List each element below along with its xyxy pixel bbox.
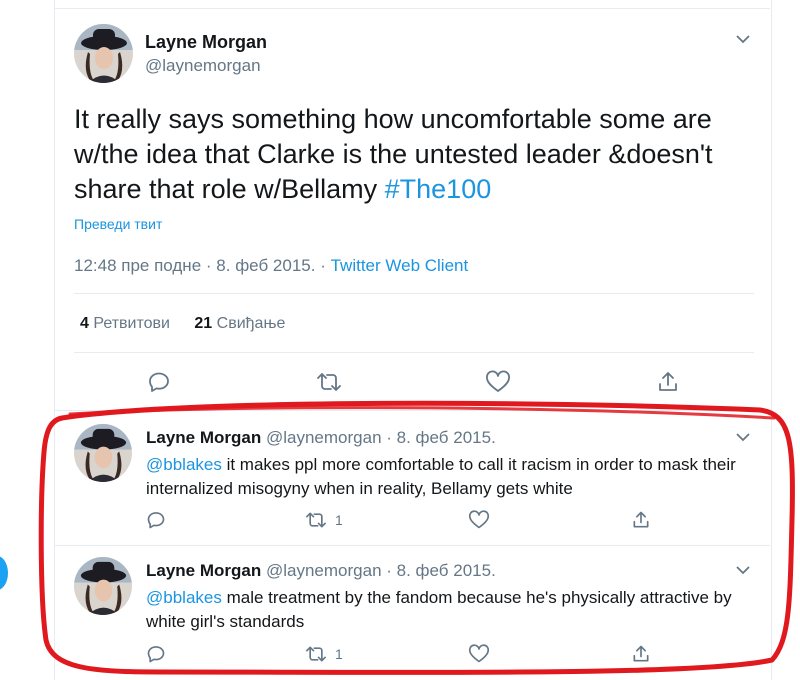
author-name[interactable]: Layne Morgan xyxy=(145,32,267,53)
meta-separator: · xyxy=(205,256,212,275)
reply-body: male treatment by the fandom because he'… xyxy=(146,588,732,631)
heart-icon xyxy=(486,370,510,392)
tweet-timestamp: 12:48 пре подне · 8. феб 2015. · Twitter… xyxy=(74,256,468,276)
reply-bubble-icon xyxy=(147,646,165,663)
likes-stat[interactable]: 21 Свиђање xyxy=(194,315,285,332)
hashtag-link[interactable]: #The100 xyxy=(385,174,492,204)
reply-header: Layne Morgan @laynemorgan · 8. феб 2015. xyxy=(146,428,496,448)
reply-retweet-count: 1 xyxy=(335,646,343,662)
reply-retweet-button[interactable]: 1 xyxy=(305,644,343,664)
reply-reply-button[interactable] xyxy=(146,644,166,664)
reply-avatar[interactable] xyxy=(74,557,132,615)
reply-share-button[interactable] xyxy=(631,510,651,530)
chevron-down-icon xyxy=(736,433,750,442)
avatar-photo-icon xyxy=(74,557,132,615)
stats-divider-top xyxy=(74,293,754,294)
mention-link[interactable]: @bblakes xyxy=(146,588,222,607)
reply-author-name[interactable]: Layne Morgan xyxy=(146,428,261,447)
share-button[interactable] xyxy=(656,370,680,394)
reply-author-name[interactable]: Layne Morgan xyxy=(146,561,261,580)
reply-date[interactable]: · 8. феб 2015. xyxy=(386,561,496,580)
retweet-arrows-icon xyxy=(306,646,326,662)
tweet-stats: 4 Ретвитови 21 Свиђање xyxy=(80,315,285,333)
reply-date[interactable]: · 8. феб 2015. xyxy=(386,428,496,447)
avatar[interactable] xyxy=(74,24,133,83)
reply-retweet-button[interactable]: 1 xyxy=(305,510,343,530)
reply-button[interactable] xyxy=(147,370,171,394)
reply-header: Layne Morgan @laynemorgan · 8. феб 2015. xyxy=(146,561,496,581)
heart-icon xyxy=(468,644,490,663)
reply-share-button[interactable] xyxy=(631,644,651,664)
top-divider xyxy=(54,8,770,9)
chevron-down-icon xyxy=(736,566,750,575)
share-upload-icon xyxy=(633,645,649,662)
retweet-label: Ретвитови xyxy=(93,315,170,332)
reply-like-button[interactable] xyxy=(468,510,490,530)
retweet-count: 4 xyxy=(80,315,89,332)
reply-retweet-count: 1 xyxy=(335,512,343,528)
reply-like-button[interactable] xyxy=(468,644,490,664)
partial-floating-button[interactable] xyxy=(0,556,8,590)
like-count: 21 xyxy=(194,315,213,332)
chevron-down-icon xyxy=(736,35,750,44)
mention-link[interactable]: @bblakes xyxy=(146,455,222,474)
reply-reply-button[interactable] xyxy=(146,510,166,530)
avatar-photo-icon xyxy=(74,424,132,482)
tweet-source-link[interactable]: Twitter Web Client xyxy=(331,256,469,275)
reply-bubble-icon xyxy=(147,512,165,529)
like-label: Свиђање xyxy=(216,315,286,332)
retweet-button[interactable] xyxy=(316,370,342,394)
tweet-time[interactable]: 12:48 пре подне xyxy=(74,256,201,275)
reply-menu-caret[interactable] xyxy=(734,561,752,579)
author-handle[interactable]: @laynemorgan xyxy=(145,56,261,76)
tweet-date[interactable]: 8. феб 2015. xyxy=(216,256,315,275)
reply-author-handle[interactable]: @laynemorgan xyxy=(266,428,382,447)
reply-divider xyxy=(54,545,770,546)
tweet-text: It really says something how uncomfortab… xyxy=(74,102,754,207)
retweet-arrows-icon xyxy=(306,512,326,528)
like-button[interactable] xyxy=(485,370,511,394)
main-tweet-bottom-divider xyxy=(54,410,770,411)
retweet-arrows-icon xyxy=(317,373,341,391)
avatar-photo-icon xyxy=(74,24,133,83)
reply-text: @bblakes it makes ppl more comfortable t… xyxy=(146,453,746,501)
reply-menu-caret[interactable] xyxy=(734,428,752,446)
share-upload-icon xyxy=(659,372,677,391)
stats-divider-bottom xyxy=(74,352,754,353)
reply-avatar[interactable] xyxy=(74,424,132,482)
retweets-stat[interactable]: 4 Ретвитови xyxy=(80,315,170,332)
translate-tweet-link[interactable]: Преведи твит xyxy=(74,216,162,232)
heart-icon xyxy=(468,510,490,529)
share-upload-icon xyxy=(633,511,649,528)
meta-separator: · xyxy=(320,256,326,275)
reply-text: @bblakes male treatment by the fandom be… xyxy=(146,586,746,634)
reply-author-handle[interactable]: @laynemorgan xyxy=(266,561,382,580)
reply-body: it makes ppl more comfortable to call it… xyxy=(146,455,736,498)
reply-bubble-icon xyxy=(149,372,169,392)
tweet-menu-caret[interactable] xyxy=(734,30,752,48)
